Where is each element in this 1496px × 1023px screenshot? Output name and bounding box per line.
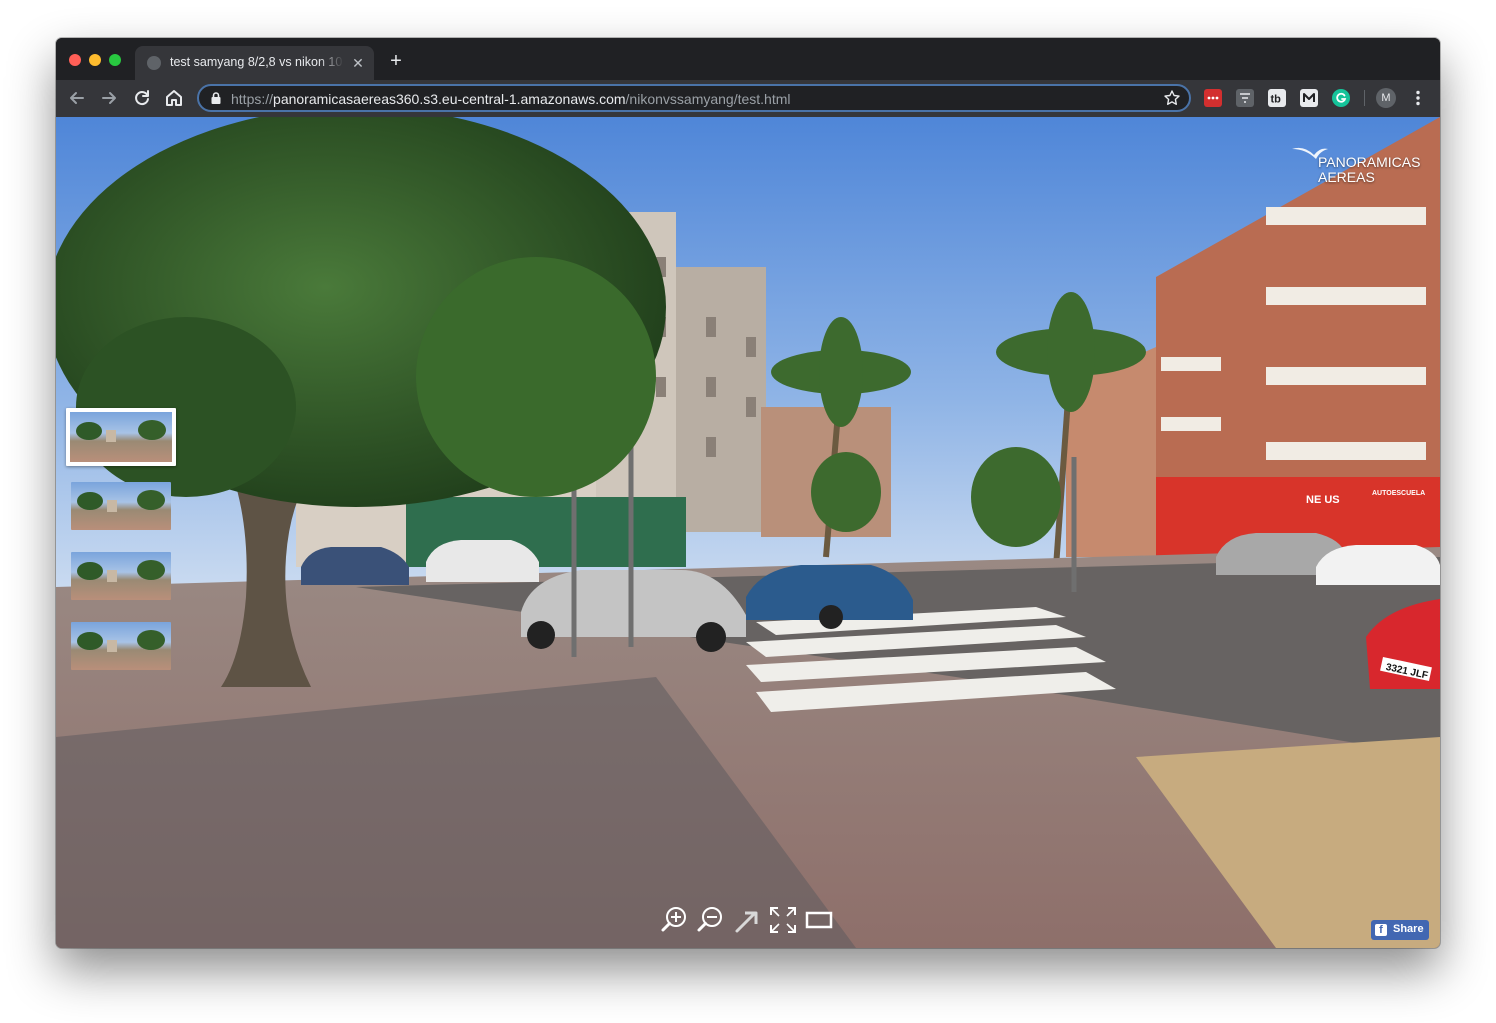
panorama-image[interactable]: NE US AUTOESCUELA 3321 JLF xyxy=(56,117,1440,948)
url-scheme: https:// xyxy=(231,91,274,107)
home-icon xyxy=(166,90,182,106)
zoom-out-icon xyxy=(697,907,722,932)
facebook-icon: f xyxy=(1375,924,1387,936)
close-tab-icon[interactable]: ✕ xyxy=(349,54,367,72)
thumbnail-panorama-3[interactable] xyxy=(71,552,171,600)
tab-strip: test samyang 8/2,8 vs nikon 10 ✕ + xyxy=(56,38,1440,80)
kebab-menu-icon xyxy=(1416,90,1420,106)
thumbnail-panorama-4[interactable] xyxy=(71,622,171,670)
autorotate-icon xyxy=(735,911,758,933)
zoom-in-icon xyxy=(661,907,686,932)
thumbnail-strip xyxy=(66,408,178,678)
facebook-share-button[interactable]: f Share xyxy=(1371,920,1429,940)
globe-icon xyxy=(147,56,161,70)
close-window-button[interactable] xyxy=(69,54,81,66)
address-bar[interactable]: https://panoramicasaereas360.s3.eu-centr… xyxy=(197,84,1191,112)
zoom-in-button[interactable] xyxy=(660,905,690,935)
grammarly-icon[interactable] xyxy=(1332,89,1350,107)
toolbar-divider xyxy=(1364,90,1365,106)
reload-button[interactable] xyxy=(129,85,155,111)
tab-title: test samyang 8/2,8 vs nikon 10 xyxy=(170,55,343,69)
vr-mode-button[interactable] xyxy=(804,905,834,935)
browser-menu-button[interactable] xyxy=(1408,88,1428,108)
shop-sign-2: AUTOESCUELA xyxy=(1372,490,1425,497)
fullscreen-button[interactable] xyxy=(768,905,798,935)
maximize-window-button[interactable] xyxy=(109,54,121,66)
share-label: Share xyxy=(1393,923,1424,935)
autorotate-button[interactable] xyxy=(732,905,762,935)
reload-icon xyxy=(135,90,149,106)
browser-window: test samyang 8/2,8 vs nikon 10 ✕ + https… xyxy=(56,38,1440,948)
lastpass-icon[interactable] xyxy=(1204,89,1222,107)
home-button[interactable] xyxy=(161,85,187,111)
shop-sign: NE US xyxy=(1306,494,1340,506)
logo-line-1: PANORAMICAS xyxy=(1318,154,1421,170)
arrow-left-icon xyxy=(70,92,84,104)
url-path: /nikonvssamyang/test.html xyxy=(625,91,791,107)
url-host: panoramicasaereas360.s3.eu-central-1.ama… xyxy=(273,91,626,107)
panoramicas-aereas-logo[interactable]: PANORAMICAS AEREAS xyxy=(1290,143,1420,187)
thumbnail-panorama-2[interactable] xyxy=(71,482,171,530)
back-button[interactable] xyxy=(64,85,90,111)
arrow-right-icon xyxy=(102,92,116,104)
viewer-controls xyxy=(660,905,840,937)
minimize-window-button[interactable] xyxy=(89,54,101,66)
browser-toolbar: https://panoramicasaereas360.s3.eu-centr… xyxy=(56,80,1440,117)
logo-text: PANORAMICAS AEREAS xyxy=(1318,155,1420,185)
panorama-viewer[interactable]: NE US AUTOESCUELA 3321 JLF PANORAMICAS A… xyxy=(56,117,1440,948)
thumbnail-panorama-1[interactable] xyxy=(66,408,176,466)
profile-avatar[interactable]: M xyxy=(1376,88,1396,108)
lock-icon[interactable] xyxy=(209,91,223,105)
forward-button[interactable] xyxy=(96,85,122,111)
filter-extension-icon[interactable] xyxy=(1236,89,1254,107)
zoom-out-button[interactable] xyxy=(696,905,726,935)
fullscreen-icon xyxy=(770,907,796,933)
logo-line-2: AEREAS xyxy=(1318,169,1375,185)
vr-mode-icon xyxy=(805,911,833,929)
svg-text:tb: tb xyxy=(1271,94,1282,106)
bookmark-star-icon[interactable] xyxy=(1163,89,1181,107)
url-text: https://panoramicasaereas360.s3.eu-centr… xyxy=(231,91,791,107)
tb-extension-icon[interactable]: tb xyxy=(1268,89,1286,107)
tab-active[interactable]: test samyang 8/2,8 vs nikon 10 ✕ xyxy=(135,46,374,80)
new-tab-button[interactable]: + xyxy=(384,50,408,74)
m-extension-icon[interactable] xyxy=(1300,89,1318,107)
